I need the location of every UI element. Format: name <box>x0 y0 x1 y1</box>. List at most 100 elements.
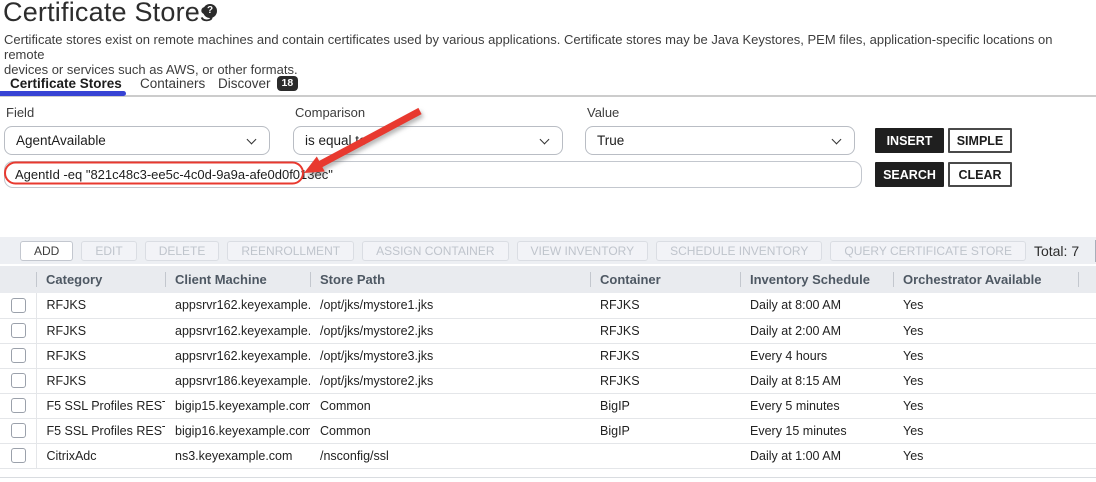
cell-client-machine: appsrvr162.keyexample.com <box>165 343 310 368</box>
row-checkbox[interactable] <box>11 373 26 388</box>
cell-end-spacer <box>1078 443 1096 468</box>
view-inventory-button[interactable]: VIEW INVENTORY <box>517 241 649 261</box>
value-select[interactable]: True <box>585 126 855 155</box>
assign-container-button[interactable]: ASSIGN CONTAINER <box>362 241 508 261</box>
header-store-path[interactable]: Store Path <box>310 266 590 293</box>
cell-container: RFJKS <box>590 293 740 318</box>
cell-category: CitrixAdc <box>36 443 165 468</box>
total-count: Total: 7 <box>1034 243 1079 259</box>
row-checkbox[interactable] <box>11 423 26 438</box>
cell-inventory-schedule: Daily at 1:00 AM <box>740 443 893 468</box>
tab-bar: Certificate Stores Containers Discover 1… <box>0 74 1096 97</box>
cell-container: RFJKS <box>590 318 740 343</box>
table-footer-edge <box>0 468 1096 478</box>
delete-button[interactable]: DELETE <box>145 241 220 261</box>
comparison-select[interactable]: is equal to <box>293 126 563 155</box>
cell-client-machine: bigip16.keyexample.com <box>165 418 310 443</box>
tab-discover[interactable]: Discover 18 <box>218 76 298 91</box>
cell-category: RFJKS <box>36 318 165 343</box>
header-client-machine[interactable]: Client Machine <box>165 266 310 293</box>
cell-category: F5 SSL Profiles REST <box>36 418 165 443</box>
add-button[interactable]: ADD <box>20 241 73 261</box>
table-row[interactable]: F5 SSL Profiles REST bigip16.keyexample.… <box>0 418 1096 443</box>
description-line1: Certificate stores exist on remote machi… <box>4 32 1052 62</box>
cell-client-machine: appsrvr162.keyexample.com <box>165 318 310 343</box>
cell-inventory-schedule: Daily at 2:00 AM <box>740 318 893 343</box>
header-checkbox-column <box>0 266 36 293</box>
table-row[interactable]: CitrixAdc ns3.keyexample.com /nsconfig/s… <box>0 443 1096 468</box>
cell-store-path: /opt/jks/mystore2.jks <box>310 368 590 393</box>
cell-inventory-schedule: Every 4 hours <box>740 343 893 368</box>
value-select-value: True <box>597 133 624 148</box>
cell-end-spacer <box>1078 368 1096 393</box>
row-checkbox[interactable] <box>11 323 26 338</box>
table-row[interactable]: RFJKS appsrvr162.keyexample.com /opt/jks… <box>0 343 1096 368</box>
help-icon[interactable]: ? <box>203 4 217 18</box>
field-select[interactable]: AgentAvailable <box>4 126 270 155</box>
chevron-down-icon <box>832 135 842 145</box>
cell-end-spacer <box>1078 393 1096 418</box>
table-header-row: Category Client Machine Store Path Conta… <box>0 266 1096 293</box>
reenrollment-button[interactable]: REENROLLMENT <box>227 241 354 261</box>
search-button[interactable]: SEARCH <box>875 162 944 187</box>
cell-orchestrator-available: Yes <box>893 343 1078 368</box>
header-category[interactable]: Category <box>36 266 165 293</box>
header-inventory-schedule[interactable]: Inventory Schedule <box>740 266 893 293</box>
query-input[interactable] <box>4 161 862 188</box>
cell-client-machine: ns3.keyexample.com <box>165 443 310 468</box>
cell-orchestrator-available: Yes <box>893 318 1078 343</box>
cell-container: RFJKS <box>590 343 740 368</box>
chevron-down-icon <box>247 135 257 145</box>
field-label: Field <box>6 105 34 120</box>
row-checkbox[interactable] <box>11 398 26 413</box>
cell-orchestrator-available: Yes <box>893 293 1078 318</box>
table-row[interactable]: RFJKS appsrvr162.keyexample.com /opt/jks… <box>0 293 1096 318</box>
chevron-down-icon <box>540 135 550 145</box>
cell-client-machine: appsrvr186.keyexample.com <box>165 368 310 393</box>
cell-store-path: /opt/jks/mystore1.jks <box>310 293 590 318</box>
row-checkbox[interactable] <box>11 448 26 463</box>
value-label: Value <box>587 105 619 120</box>
field-select-value: AgentAvailable <box>16 133 106 148</box>
table-row[interactable]: F5 SSL Profiles REST bigip15.keyexample.… <box>0 393 1096 418</box>
insert-button[interactable]: INSERT <box>875 128 944 153</box>
cell-store-path: Common <box>310 418 590 443</box>
clear-button[interactable]: CLEAR <box>948 162 1012 187</box>
schedule-inventory-button[interactable]: SCHEDULE INVENTORY <box>656 241 822 261</box>
cell-category: F5 SSL Profiles REST <box>36 393 165 418</box>
tab-certificate-stores[interactable]: Certificate Stores <box>10 76 122 91</box>
tab-containers[interactable]: Containers <box>140 76 205 91</box>
cell-end-spacer <box>1078 418 1096 443</box>
edit-button[interactable]: EDIT <box>81 241 136 261</box>
certificate-stores-table: Category Client Machine Store Path Conta… <box>0 266 1096 469</box>
certificate-stores-page: Certificate Stores ? Certificate stores … <box>0 0 1096 482</box>
tab-discover-label: Discover <box>218 76 271 91</box>
cell-inventory-schedule: Every 15 minutes <box>740 418 893 443</box>
cell-store-path: /opt/jks/mystore3.jks <box>310 343 590 368</box>
simple-button[interactable]: SIMPLE <box>948 128 1012 153</box>
cell-end-spacer <box>1078 343 1096 368</box>
cell-store-path: Common <box>310 393 590 418</box>
cell-inventory-schedule: Every 5 minutes <box>740 393 893 418</box>
cell-category: RFJKS <box>36 368 165 393</box>
discover-count-badge: 18 <box>277 76 299 91</box>
row-checkbox[interactable] <box>11 298 26 313</box>
cell-orchestrator-available: Yes <box>893 393 1078 418</box>
row-checkbox[interactable] <box>11 348 26 363</box>
query-certificate-store-button[interactable]: QUERY CERTIFICATE STORE <box>830 241 1026 261</box>
cell-category: RFJKS <box>36 343 165 368</box>
header-container[interactable]: Container <box>590 266 740 293</box>
cell-end-spacer <box>1078 293 1096 318</box>
tab-certificate-stores-label: Certificate Stores <box>10 76 122 91</box>
comparison-label: Comparison <box>295 105 365 120</box>
cell-orchestrator-available: Yes <box>893 418 1078 443</box>
table-row[interactable]: RFJKS appsrvr162.keyexample.com /opt/jks… <box>0 318 1096 343</box>
page-description: Certificate stores exist on remote machi… <box>4 32 1094 77</box>
header-orchestrator-available[interactable]: Orchestrator Available <box>893 266 1078 293</box>
cell-inventory-schedule: Daily at 8:00 AM <box>740 293 893 318</box>
active-tab-underline <box>0 91 126 96</box>
table-row[interactable]: RFJKS appsrvr186.keyexample.com /opt/jks… <box>0 368 1096 393</box>
cell-store-path: /opt/jks/mystore2.jks <box>310 318 590 343</box>
page-title: Certificate Stores <box>3 0 214 28</box>
cell-category: RFJKS <box>36 293 165 318</box>
